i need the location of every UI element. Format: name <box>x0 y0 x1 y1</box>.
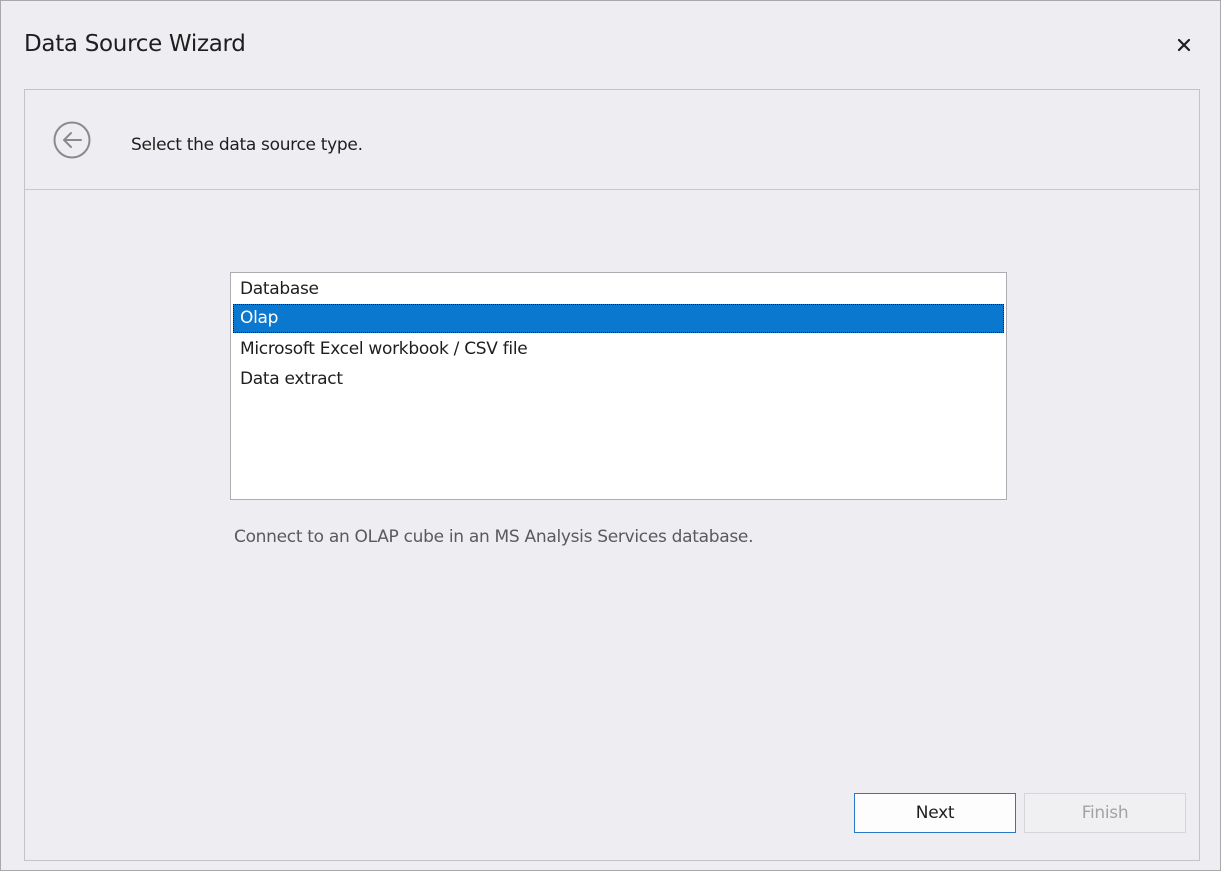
wizard-page: Select the data source type. Database Ol… <box>24 89 1200 861</box>
page-instruction: Select the data source type. <box>131 135 363 155</box>
list-item-olap[interactable]: Olap <box>233 304 1004 333</box>
page-header: Select the data source type. <box>25 90 1199 190</box>
next-button[interactable]: Next <box>854 793 1016 833</box>
title-bar: Data Source Wizard <box>1 1 1220 89</box>
window-title: Data Source Wizard <box>24 31 246 57</box>
finish-button[interactable]: Finish <box>1024 793 1186 833</box>
list-item-excel-csv[interactable]: Microsoft Excel workbook / CSV file <box>233 335 1004 364</box>
close-icon <box>1177 38 1191 52</box>
selection-description: Connect to an OLAP cube in an MS Analysi… <box>234 527 754 547</box>
list-item-data-extract[interactable]: Data extract <box>233 365 1004 394</box>
wizard-window: Data Source Wizard Select the data sourc… <box>0 0 1221 871</box>
close-button[interactable] <box>1170 31 1198 59</box>
circle-arrow-left-icon <box>53 121 91 159</box>
list-item-database[interactable]: Database <box>233 275 1004 304</box>
data-source-type-list[interactable]: Database Olap Microsoft Excel workbook /… <box>230 272 1007 500</box>
back-button[interactable] <box>52 120 92 160</box>
